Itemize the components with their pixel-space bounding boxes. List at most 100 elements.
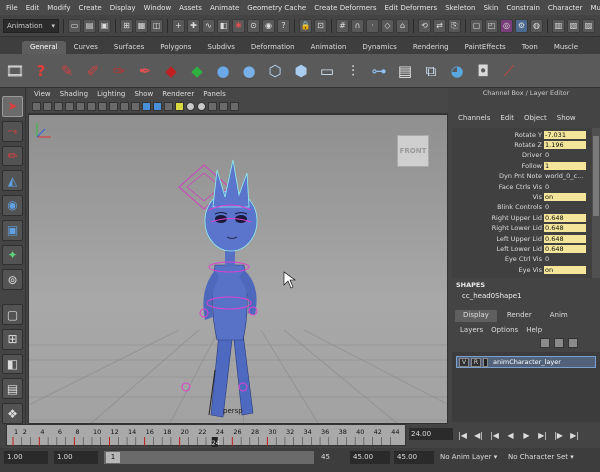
scroll-thumb[interactable] — [593, 136, 599, 216]
hypershade-icon[interactable]: ◍ — [530, 18, 543, 33]
move-tool-icon[interactable]: ◭ — [2, 170, 23, 192]
shelf-tab-surfaces[interactable]: Surfaces — [106, 41, 152, 54]
shadows-icon[interactable] — [186, 102, 195, 111]
select-hierarchy-icon[interactable]: ⊞ — [120, 18, 133, 33]
shelf-tab-painteffects[interactable]: PaintEffects — [457, 41, 514, 54]
help-icon[interactable]: ? — [30, 59, 52, 83]
channel-row[interactable]: Rotate Y -7.031 — [452, 130, 592, 139]
channel-value[interactable]: -7.031 — [544, 130, 586, 139]
shelf-tab-general[interactable]: General — [22, 41, 66, 54]
range-slider-handle[interactable]: 1 — [106, 452, 120, 463]
paint-select-tool-icon[interactable]: ✏ — [2, 145, 23, 167]
menu-edit-deformers[interactable]: Edit Deformers — [381, 4, 442, 12]
layer-tab-anim[interactable]: Anim — [542, 310, 576, 322]
layer-tab-display[interactable]: Display — [455, 310, 497, 322]
input-output-icon[interactable]: ⇄ — [433, 18, 446, 33]
open-scene-icon[interactable]: ▤ — [83, 18, 96, 33]
sphere-icon[interactable]: ● — [212, 59, 234, 83]
lock-selection-icon[interactable]: 🔒 — [299, 18, 312, 33]
step-forward-key-icon[interactable]: ▶| — [536, 429, 549, 442]
ipr-render-icon[interactable]: ◎ — [500, 18, 513, 33]
channel-value[interactable]: 1.196 — [544, 141, 586, 150]
go-to-end-icon[interactable]: ▶| — [568, 429, 581, 442]
menu-modify[interactable]: Modify — [43, 4, 74, 12]
paint-fx-icon[interactable]: ✒ — [134, 59, 156, 83]
channel-row[interactable]: Left Lower Lid 0.648 — [452, 244, 592, 254]
menu-skeleton[interactable]: Skeleton — [441, 4, 479, 12]
channel-value[interactable]: 0 — [544, 151, 549, 159]
channel-value[interactable]: on — [544, 265, 586, 274]
manipulator-tool-icon[interactable]: ✦ — [2, 244, 23, 266]
joint-icon[interactable]: ⊶ — [368, 59, 390, 83]
channel-value[interactable]: 1 — [544, 161, 586, 170]
select-component-icon[interactable]: ◫ — [150, 18, 163, 33]
layer-menu-help[interactable]: Help — [526, 326, 542, 334]
frame-selected-icon[interactable] — [76, 102, 85, 111]
save-scene-icon[interactable]: ▣ — [98, 18, 111, 33]
skeleton-icon[interactable]: ⫶ — [342, 59, 364, 83]
channel-value[interactable]: 0 — [544, 203, 549, 211]
show-channel-box-icon[interactable]: ▨ — [582, 18, 595, 33]
persp-outliner-layout-icon[interactable]: ◧ — [2, 353, 23, 375]
scale-tool-icon[interactable]: ▣ — [2, 219, 23, 241]
textured-icon[interactable] — [164, 102, 173, 111]
channel-value[interactable]: 0.648 — [544, 245, 586, 254]
step-back-frame-icon[interactable]: ◀| — [472, 429, 485, 442]
history-icon[interactable]: ⟲ — [418, 18, 431, 33]
artisan-brush-icon[interactable]: ✐ — [82, 59, 104, 83]
mask-curves-icon[interactable]: ∿ — [202, 18, 215, 33]
render-current-frame-icon[interactable]: ◰ — [485, 18, 498, 33]
channel-row[interactable]: Left Upper Lid 0.648 — [452, 234, 592, 243]
channel-menu-object[interactable]: Object — [524, 114, 547, 122]
channel-row[interactable]: Face Ctrls Vis 0 — [452, 182, 592, 191]
channel-row[interactable]: Right Lower Lid 0.648 — [452, 224, 592, 233]
sphere-clone-icon[interactable]: ● — [238, 59, 260, 83]
channel-value[interactable]: 0.648 — [544, 224, 586, 233]
channel-row[interactable]: Right Upper Lid 0.648 — [452, 213, 592, 222]
xray-icon[interactable] — [197, 102, 206, 111]
step-back-key-icon[interactable]: |◀ — [488, 429, 501, 442]
shelf-tab-dynamics[interactable]: Dynamics — [354, 41, 405, 54]
end-time-field[interactable]: 45.00 — [394, 451, 434, 464]
anim-end-field[interactable]: 45.00 — [350, 451, 390, 464]
channel-menu-channels[interactable]: Channels — [458, 114, 490, 122]
single-view-layout-icon[interactable]: ▢ — [2, 304, 23, 325]
channel-box-scrollbar[interactable] — [592, 128, 600, 278]
cylinder-icon[interactable]: ⬢ — [290, 59, 312, 83]
channel-row[interactable]: Eye Ctrl Vis 0 — [452, 255, 592, 264]
channel-value[interactable]: 0 — [544, 255, 549, 263]
time-slider[interactable]: 1 2 4 6 8 10 12 14 16 18 20 22 24 26 28 30 32 34 36 38 40 42 4… — [6, 424, 406, 447]
sculpt-brush-icon[interactable]: ✑ — [108, 59, 130, 83]
render-globe-icon[interactable]: ◕ — [446, 59, 468, 83]
new-scene-icon[interactable]: ▭ — [68, 18, 81, 33]
mask-deformers-icon[interactable]: ✱ — [232, 18, 245, 33]
shelf-tab-subdivs[interactable]: Subdivs — [199, 41, 243, 54]
viewport-menu-lighting[interactable]: Lighting — [97, 90, 125, 98]
shape-node-name[interactable]: cc_head0Shape1 — [462, 292, 522, 300]
channel-row[interactable]: Driver 0 — [452, 151, 592, 160]
select-tool-icon[interactable]: ➤ — [2, 96, 23, 117]
channel-row[interactable]: Follow 1 — [452, 161, 592, 170]
render-cube-icon[interactable]: ◘ — [472, 59, 494, 83]
movie-icon[interactable]: 🎞 — [4, 59, 26, 83]
channel-row[interactable]: Vis on — [452, 192, 592, 202]
wireframe-on-shaded-icon[interactable] — [153, 102, 162, 111]
lasso-tool-icon[interactable]: ⤳ — [2, 120, 23, 142]
menu-skin[interactable]: Skin — [479, 4, 502, 12]
isolate-select-icon[interactable] — [208, 102, 217, 111]
go-to-start-icon[interactable]: |◀ — [456, 429, 469, 442]
frame-all-icon[interactable] — [65, 102, 74, 111]
menu-constrain[interactable]: Constrain — [502, 4, 544, 12]
new-empty-layer-icon[interactable] — [554, 338, 564, 348]
camera-attributes-icon[interactable] — [32, 102, 41, 111]
extrude-icon[interactable]: ⬡ — [264, 59, 286, 83]
channel-row[interactable]: Eye Vis on — [452, 265, 592, 274]
play-backwards-icon[interactable]: ◀ — [504, 429, 517, 442]
show-attribute-editor-icon[interactable]: ▥ — [552, 18, 565, 33]
hypergraph-icon[interactable]: ⧉ — [420, 59, 442, 83]
use-all-lights-icon[interactable] — [175, 102, 184, 111]
channel-row[interactable]: Blink Controls 0 — [452, 203, 592, 212]
mask-dynamics-icon[interactable]: ⊙ — [247, 18, 260, 33]
channel-row[interactable]: Dyn Pnt Note world_0_c... — [452, 172, 592, 181]
layer-reference-toggle[interactable]: R — [471, 357, 481, 367]
